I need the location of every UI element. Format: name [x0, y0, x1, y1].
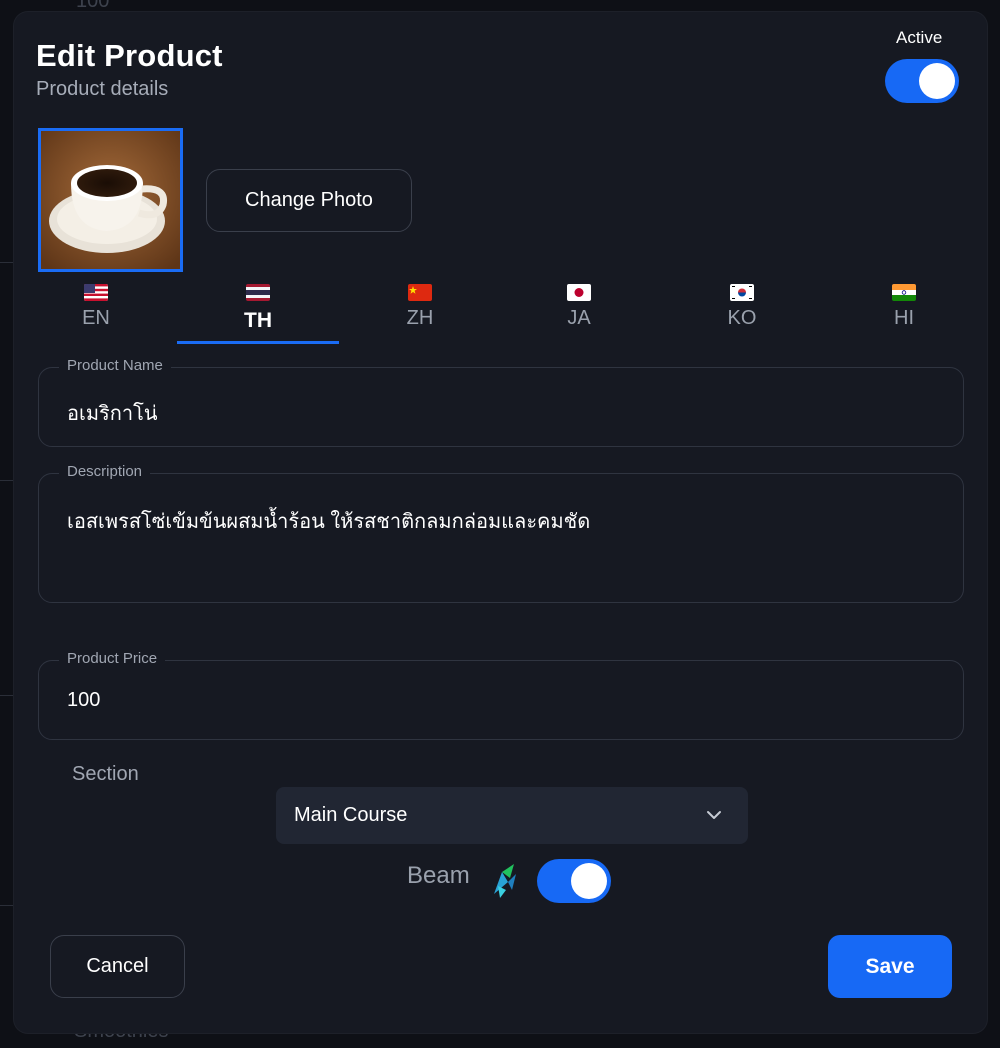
tab-hi[interactable]: HI	[823, 280, 985, 342]
language-tabs: EN TH ZH JA KO HI	[14, 280, 987, 344]
product-price-field[interactable]: Product Price 100	[38, 650, 964, 740]
tab-label: TH	[244, 309, 272, 332]
product-name-label: Product Name	[59, 357, 171, 374]
description-input[interactable]: เอสเพรสโซ่เข้มข้นผสมน้ำร้อน ให้รสชาติกลม…	[67, 505, 590, 537]
modal-subtitle: Product details	[36, 78, 169, 100]
section-select[interactable]: Main Course	[276, 787, 748, 844]
tab-th[interactable]: TH	[177, 280, 339, 344]
product-name-input[interactable]: อเมริกาโน่	[67, 397, 158, 429]
coffee-cup-image	[41, 131, 180, 269]
in-flag-icon	[892, 284, 916, 301]
tab-ja[interactable]: JA	[498, 280, 660, 342]
tab-zh[interactable]: ZH	[339, 280, 501, 342]
cancel-button[interactable]: Cancel	[50, 935, 185, 998]
section-selected-value: Main Course	[294, 804, 408, 826]
backdrop-divider	[0, 480, 14, 481]
us-flag-icon	[84, 284, 108, 301]
beam-logo-icon	[494, 864, 516, 898]
change-photo-button[interactable]: Change Photo	[206, 169, 412, 232]
toggle-knob	[919, 63, 955, 99]
chevron-down-icon	[707, 811, 721, 819]
description-field[interactable]: Description เอสเพรสโซ่เข้มข้นผสมน้ำร้อน …	[38, 463, 964, 603]
active-label: Active	[896, 28, 943, 47]
backdrop-divider	[0, 905, 14, 906]
active-toggle[interactable]	[885, 59, 959, 103]
backdrop-divider	[0, 695, 14, 696]
kr-flag-icon	[730, 284, 754, 301]
toggle-knob	[571, 863, 607, 899]
cn-flag-icon	[408, 284, 432, 301]
tab-label: HI	[894, 307, 914, 329]
edit-product-modal: Edit Product Product details Active Chan…	[14, 12, 987, 1033]
tab-label: EN	[82, 307, 110, 329]
beam-toggle[interactable]	[537, 859, 611, 903]
backdrop-divider	[0, 262, 14, 263]
tab-ko[interactable]: KO	[661, 280, 823, 342]
product-price-input[interactable]: 100	[67, 689, 100, 712]
tab-label: KO	[727, 307, 757, 329]
product-price-label: Product Price	[59, 650, 166, 667]
th-flag-icon	[246, 284, 270, 301]
jp-flag-icon	[567, 284, 591, 301]
tab-label: ZH	[406, 307, 434, 329]
modal-title: Edit Product	[36, 38, 223, 73]
section-label: Section	[72, 763, 139, 785]
product-name-field[interactable]: Product Name อเมริกาโน่	[38, 357, 964, 447]
tab-label: JA	[567, 307, 591, 329]
save-button[interactable]: Save	[828, 935, 952, 998]
tab-en[interactable]: EN	[15, 280, 177, 342]
product-photo	[38, 128, 183, 272]
beam-label: Beam	[407, 862, 470, 889]
description-label: Description	[59, 463, 151, 480]
